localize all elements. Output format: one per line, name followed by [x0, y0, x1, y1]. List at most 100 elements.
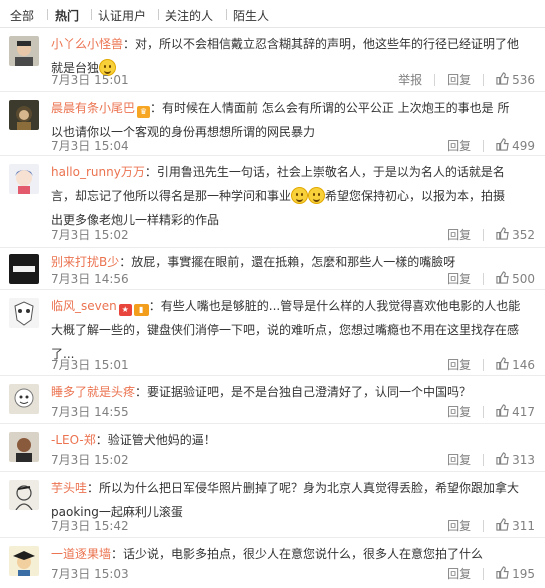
star-badge-icon: ★ [118, 304, 132, 316]
comment-time: 7月3日 15:01 [51, 358, 129, 372]
divider [47, 9, 48, 20]
reply-link[interactable]: 回复 [447, 451, 471, 468]
comment-separator: ： [87, 481, 100, 495]
filter-tab-verified[interactable]: 认证用户 [98, 7, 146, 24]
comment-text: -LEO-郑：验证管犬他妈的逼！ [51, 428, 531, 452]
comment-line: 要证据验证吧，是不是台独自己澄清好了，认同一个中国吗？ [147, 385, 472, 399]
like-button[interactable]: 536 [496, 72, 535, 87]
avatar-grad-icon[interactable] [9, 546, 39, 576]
like-count: 499 [512, 138, 535, 153]
comment-item: 晨晨有条小尾巴 ♛ ：有时候在人情面前 怎么会有所谓的公平公正 上次炮王的事也是 所… [0, 92, 545, 156]
comment-line: 大概了解一些的，键盘侠们消停一下吧，说的难听点，您想过嘴瘾也不用在这里找存在感 [51, 323, 520, 337]
comment-separator: ： [119, 255, 132, 269]
avatar-girl-icon[interactable] [9, 100, 39, 130]
thumbs-up-icon [496, 138, 509, 151]
filter-tab-strangers[interactable]: 陌生人 [233, 7, 269, 24]
comment-text: hallo_runny万万：引用鲁迅先生一句话，社会上崇敬名人，于是以为名人的话… [51, 160, 531, 232]
like-count: 313 [512, 452, 535, 467]
comment-time: 7月3日 15:01 [51, 73, 129, 87]
comment-time: 7月3日 15:42 [51, 519, 129, 533]
comment-separator: ： [111, 547, 124, 561]
filter-tab-hot[interactable]: 热门 [55, 7, 79, 24]
comment-separator: ： [144, 165, 157, 179]
like-button[interactable]: 499 [496, 138, 535, 153]
like-count: 536 [512, 72, 535, 87]
like-button[interactable]: 195 [496, 566, 535, 581]
comment-item: 小丫么小怪兽：对，所以不会相信戴立忍含糊其辞的声明，他这些年的行径已经证明了他 … [0, 28, 545, 92]
comment-username[interactable]: -LEO-郑 [51, 433, 96, 447]
like-count: 417 [512, 404, 535, 419]
comment-username[interactable]: hallo_runny万万 [51, 165, 145, 179]
comment-line: 有些人嘴也是够脏的...管导是什么样的人我觉得喜欢他电影的人也能 [160, 299, 521, 313]
like-button[interactable]: 313 [496, 452, 535, 467]
filter-tab-following[interactable]: 关注的人 [165, 7, 213, 24]
comment-line: 希望您保持初心，以报为本，拍摄 [325, 189, 506, 203]
comment-time: 7月3日 15:03 [51, 567, 129, 581]
filter-tab-all[interactable]: 全部 [10, 7, 34, 24]
smile-emoji-icon [291, 187, 309, 204]
comment-separator: ： [95, 433, 108, 447]
smile-emoji-icon [308, 187, 326, 204]
avatar-man-icon[interactable] [9, 432, 39, 462]
comment-username[interactable]: 临风_seven [51, 299, 117, 313]
reply-link[interactable]: 回复 [447, 137, 471, 154]
comment-item: 一道逐果墙：话少说，电影多拍点，很少人在意您说什么，很多人在意您拍了什么 7月3… [0, 538, 545, 588]
crown-badge-icon: ♛ [137, 106, 151, 118]
comment-actions: 回复 195 [447, 565, 535, 581]
reply-link[interactable]: 回复 [447, 565, 471, 582]
report-link[interactable]: 举报 [398, 71, 422, 88]
flag-badge-icon: ▮ [133, 304, 149, 316]
comment-item: 临风_seven ★ ▮ ：有些人嘴也是够脏的...管导是什么样的人我觉得喜欢他电影的… [0, 290, 545, 376]
thumbs-up-icon [496, 566, 509, 579]
reply-link[interactable]: 回复 [447, 403, 471, 420]
comment-line: 对，所以不会相信戴立忍含糊其辞的声明，他这些年的行径已经证明了他 [135, 37, 520, 51]
like-button[interactable]: 146 [496, 357, 535, 372]
comment-line: 所以为什么把日军侵华照片删掉了呢？身为北京人真觉得丢脸，希望你跟加拿大 [99, 481, 520, 495]
avatar-sketch-icon[interactable] [9, 480, 39, 510]
comment-line: 有时候在人情面前 怎么会有所谓的公平公正 上次炮王的事也是 所 [162, 101, 510, 115]
comment-time: 7月3日 15:04 [51, 139, 129, 153]
comment-separator: ： [150, 101, 163, 115]
comment-username[interactable]: 别来打扰B少 [51, 255, 119, 269]
comment-line: 出更多像老炮儿一样精彩的作品 [51, 213, 220, 227]
divider [158, 9, 159, 20]
thumbs-up-icon [496, 271, 509, 284]
comment-username[interactable]: 睡多了就是头疼 [51, 385, 135, 399]
comment-time: 7月3日 15:02 [51, 453, 129, 467]
comment-separator: ： [123, 37, 136, 51]
comment-username[interactable]: 小丫么小怪兽 [51, 37, 123, 51]
comment-actions: 回复 499 [447, 137, 535, 153]
like-button[interactable]: 500 [496, 271, 535, 286]
comment-item: -LEO-郑：验证管犬他妈的逼！ 7月3日 15:02 回复 313 [0, 424, 545, 472]
comment-filter-bar: 全部 热门 认证用户 关注的人 陌生人 [0, 0, 545, 28]
avatar-dark-icon[interactable] [9, 254, 39, 284]
comment-line: 放屁，事實擺在眼前，還在抵賴，怎麼和那些人一樣的嘴臉呀 [131, 255, 456, 269]
comment-actions: 回复 417 [447, 403, 535, 419]
reply-link[interactable]: 回复 [447, 356, 471, 373]
avatar-face-icon[interactable] [9, 36, 39, 66]
reply-link[interactable]: 回复 [447, 226, 471, 243]
thumbs-up-icon [496, 452, 509, 465]
like-count: 352 [512, 227, 535, 242]
comment-line: 引用鲁迅先生一句话，社会上崇敬名人，于是以为名人的话就是名 [156, 165, 505, 179]
comment-time: 7月3日 15:02 [51, 228, 129, 242]
comment-username[interactable]: 晨晨有条小尾巴 [51, 101, 135, 115]
comment-time: 7月3日 14:55 [51, 405, 129, 419]
like-button[interactable]: 417 [496, 404, 535, 419]
like-count: 146 [512, 357, 535, 372]
like-button[interactable]: 352 [496, 227, 535, 242]
avatar-anime-icon[interactable] [9, 164, 39, 194]
thumbs-up-icon [496, 227, 509, 240]
avatar-cartoon-icon[interactable] [9, 384, 39, 414]
avatar-mask-icon[interactable] [9, 298, 39, 328]
thumbs-up-icon [496, 72, 509, 85]
thumbs-up-icon [496, 357, 509, 370]
reply-link[interactable]: 回复 [447, 517, 471, 534]
comment-username[interactable]: 一道逐果墙 [51, 547, 111, 561]
divider [91, 9, 92, 20]
reply-link[interactable]: 回复 [447, 270, 471, 287]
comment-username[interactable]: 芋头哇 [51, 481, 87, 495]
reply-link[interactable]: 回复 [447, 71, 471, 88]
like-button[interactable]: 311 [496, 518, 535, 533]
comment-line: 话少说，电影多拍点，很少人在意您说什么，很多人在意您拍了什么 [123, 547, 484, 561]
